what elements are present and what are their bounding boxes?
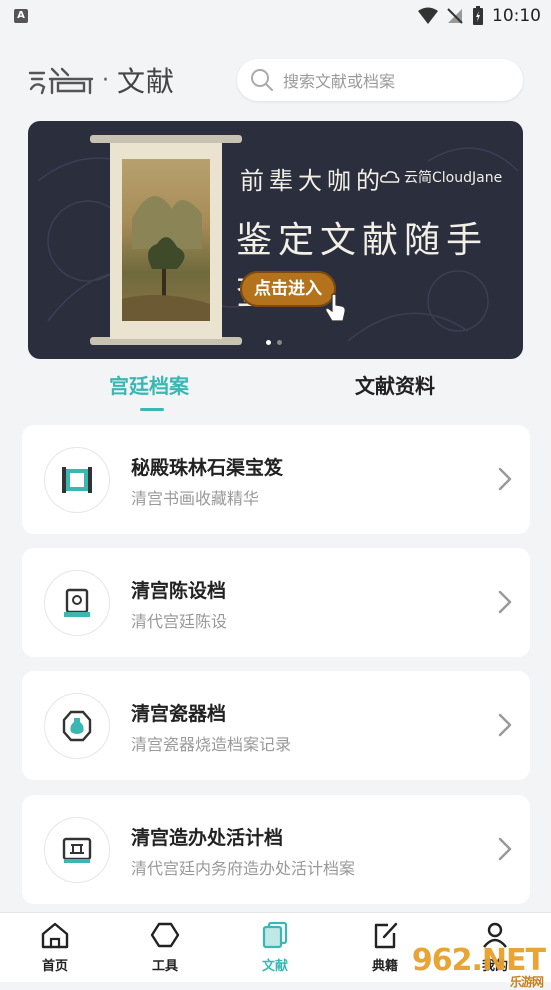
carousel-dots [266, 340, 282, 345]
nav-label: 工具 [151, 959, 178, 974]
no-signal-icon [447, 8, 463, 24]
documents-icon [262, 921, 288, 949]
chevron-right-icon [498, 467, 512, 491]
chevron-right-icon [498, 590, 512, 614]
carousel-dot-2[interactable] [277, 340, 282, 345]
card-subtitle: 清代宫廷内务府造办处活计档案 [131, 859, 356, 878]
scroll-frame-icon [62, 467, 92, 493]
hand-pointer-icon [325, 293, 346, 322]
carousel-dot-1[interactable] [266, 340, 271, 345]
nav-label: 典籍 [371, 959, 398, 974]
header: · 文献 搜索文献或档案 [0, 56, 551, 104]
banner-brand-text: 云简CloudJane [404, 170, 503, 186]
home-icon [41, 922, 69, 949]
banner-brand: 云简CloudJane [380, 167, 502, 187]
active-tab-indicator [140, 408, 164, 411]
category-tabs: 宫廷档案 文献资料 [0, 370, 551, 414]
landscape-painting [122, 159, 210, 321]
archive-card-furnishing[interactable]: 清宫陈设档 清代宫廷陈设 [22, 548, 530, 657]
wifi-icon [418, 7, 438, 24]
card-title: 清宫陈设档 [131, 580, 227, 602]
yunjian-logo-icon [28, 67, 94, 95]
tab-literature[interactable]: 文献资料 [355, 370, 435, 399]
bottom-navigation: 首页 工具 文献 典籍 我的 962.NET 乐游网 [0, 912, 551, 989]
search-icon [251, 69, 273, 91]
logo-text: 文献 [117, 65, 176, 98]
vase-icon [62, 710, 92, 742]
notification-icon: A [14, 9, 28, 23]
edit-book-icon [374, 922, 398, 949]
clock: 10:10 [492, 6, 541, 26]
hexagon-icon [150, 922, 180, 948]
battery-icon [473, 6, 483, 25]
tab-palace-archives[interactable]: 宫廷档案 [109, 370, 189, 399]
display-cabinet-icon [64, 588, 90, 617]
card-title: 清宫造办处活计档 [131, 827, 284, 849]
nav-home[interactable]: 首页 [25, 921, 85, 974]
cloud-icon [380, 171, 400, 183]
status-bar: A 10:10 [0, 0, 551, 32]
chevron-right-icon [498, 837, 512, 861]
card-subtitle: 清宫书画收藏精华 [131, 489, 260, 508]
workshop-icon [62, 837, 92, 863]
archive-card-shiqu[interactable]: 秘殿珠林石渠宝笈 清宫书画收藏精华 [22, 425, 530, 534]
card-subtitle: 清代宫廷陈设 [131, 612, 228, 631]
search-placeholder: 搜索文献或档案 [283, 72, 396, 91]
app-logo: · 文献 [28, 58, 175, 102]
nav-classics[interactable]: 典籍 [355, 921, 415, 974]
card-subtitle: 清宫瓷器烧造档案记录 [131, 735, 292, 754]
card-title: 秘殿珠林石渠宝笈 [131, 457, 284, 479]
watermark: 962.NET 乐游网 [411, 943, 546, 989]
banner-headline-1: 前辈大咖的 [240, 167, 385, 195]
card-title: 清宫瓷器档 [131, 703, 227, 725]
nav-tools[interactable]: 工具 [135, 921, 195, 974]
nav-label: 首页 [41, 959, 68, 974]
nav-label: 文献 [261, 959, 288, 974]
search-input[interactable]: 搜索文献或档案 [237, 59, 523, 101]
archive-card-porcelain[interactable]: 清宫瓷器档 清宫瓷器烧造档案记录 [22, 671, 530, 780]
chevron-right-icon [498, 713, 512, 737]
enter-button[interactable]: 点击进入 [240, 271, 336, 307]
archive-card-workshop[interactable]: 清宫造办处活计档 清代宫廷内务府造办处活计档案 [22, 795, 530, 904]
nav-documents[interactable]: 文献 [245, 921, 305, 974]
promo-banner[interactable]: 前辈大咖的 云简CloudJane 鉴定文献随手查 点击进入 [28, 121, 523, 359]
